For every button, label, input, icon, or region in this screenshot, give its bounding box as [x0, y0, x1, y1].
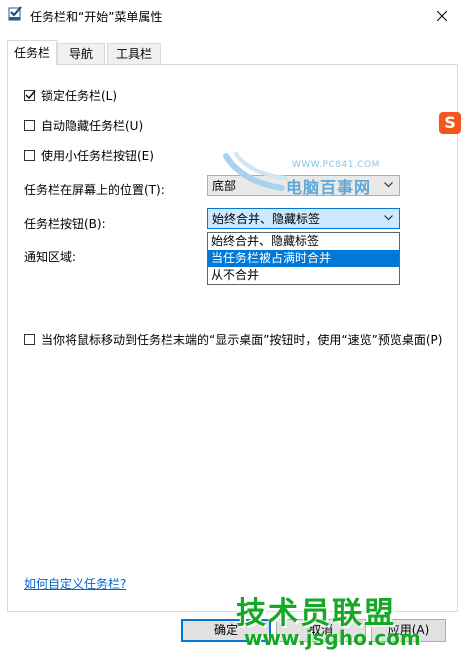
- tab-taskbar[interactable]: 任务栏: [7, 40, 57, 65]
- pc841-watermark-url: WWW.PC841.COM: [292, 160, 380, 170]
- small-buttons-checkbox[interactable]: [24, 150, 35, 161]
- position-label: 任务栏在屏幕上的位置(T):: [24, 183, 165, 197]
- jsgho-watermark-url: www.jsgho.com: [244, 626, 421, 650]
- lock-taskbar-label: 锁定任务栏(L): [41, 89, 118, 103]
- buttons-combine-select[interactable]: 始终合并、隐藏标签: [207, 208, 400, 229]
- checkmark-icon: [25, 90, 36, 100]
- help-link[interactable]: 如何自定义任务栏?: [24, 575, 126, 592]
- close-button[interactable]: [419, 0, 465, 31]
- auto-hide-checkbox[interactable]: [24, 120, 35, 131]
- dropdown-option-combine-when-full[interactable]: 当任务栏被占满时合并: [208, 250, 399, 267]
- buttons-combine-dropdown: 始终合并、隐藏标签 当任务栏被占满时合并 从不合并: [207, 232, 400, 285]
- peek-option[interactable]: 当你将鼠标移动到任务栏末端的“显示桌面”按钮时，使用“速览”预览桌面(P): [24, 331, 442, 348]
- window-title: 任务栏和“开始”菜单属性: [30, 10, 163, 24]
- title-bar: 任务栏和“开始”菜单属性: [0, 0, 465, 31]
- buttons-combine-label: 任务栏按钮(B):: [24, 217, 106, 231]
- small-buttons-option[interactable]: 使用小任务栏按钮(E): [24, 147, 154, 164]
- notification-area-label: 通知区域:: [24, 250, 77, 264]
- dropdown-option-never-combine[interactable]: 从不合并: [208, 267, 399, 284]
- sogou-logo-icon: S: [439, 112, 461, 134]
- auto-hide-option[interactable]: 自动隐藏任务栏(U): [24, 117, 143, 134]
- lock-taskbar-checkbox[interactable]: [24, 90, 36, 101]
- small-buttons-label: 使用小任务栏按钮(E): [41, 149, 154, 163]
- auto-hide-label: 自动隐藏任务栏(U): [41, 119, 144, 133]
- peek-checkbox[interactable]: [24, 334, 35, 345]
- tab-toolbars[interactable]: 工具栏: [107, 43, 161, 64]
- pc841-watermark-name: 电脑百事网: [286, 178, 372, 197]
- tab-navigation[interactable]: 导航: [57, 43, 105, 64]
- dropdown-option-always-combine[interactable]: 始终合并、隐藏标签: [208, 233, 399, 250]
- pc841-logo-icon: [223, 152, 288, 191]
- peek-label: 当你将鼠标移动到任务栏末端的“显示桌面”按钮时，使用“速览”预览桌面(P): [41, 333, 443, 347]
- buttons-combine-value: 始终合并、隐藏标签: [212, 212, 321, 226]
- chevron-down-icon: [384, 215, 393, 221]
- chevron-down-icon: [384, 182, 393, 188]
- lock-taskbar-option[interactable]: 锁定任务栏(L): [24, 87, 117, 104]
- close-icon: [437, 10, 447, 21]
- app-icon: [8, 6, 24, 22]
